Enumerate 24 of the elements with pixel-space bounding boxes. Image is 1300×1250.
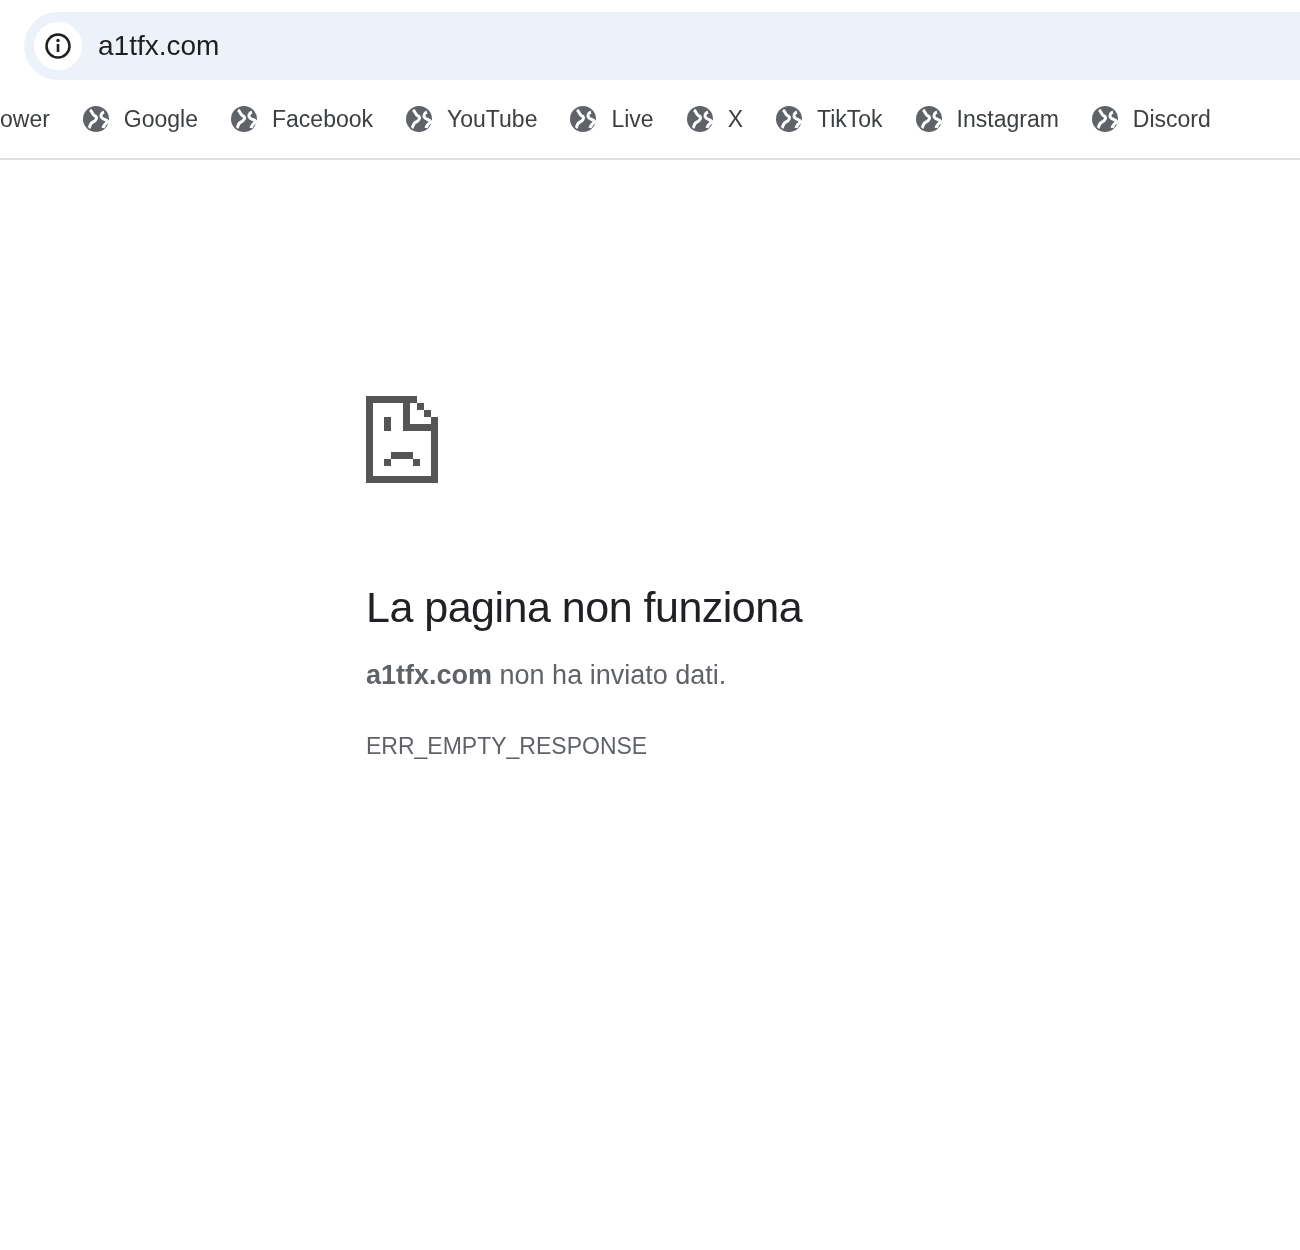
globe-icon	[569, 105, 598, 133]
globe-icon	[81, 105, 110, 133]
bookmark-link[interactable]: ower	[0, 105, 66, 133]
bookmark-link[interactable]: Facebook	[214, 105, 390, 133]
error-title: La pagina non funziona	[366, 583, 804, 632]
globe-icon	[405, 105, 434, 133]
error-message: a1tfx.com non ha inviato dati.	[366, 660, 728, 691]
sad-page-icon	[366, 396, 438, 483]
bookmark-link[interactable]: TikTok	[759, 105, 899, 133]
bookmark-link[interactable]: Google	[65, 105, 215, 133]
globe-icon	[775, 105, 803, 133]
url-text: a1tfx.com	[98, 30, 220, 62]
bookmark-link[interactable]: YouTube	[389, 105, 554, 133]
info-icon[interactable]	[34, 22, 82, 70]
globe-icon	[685, 105, 714, 133]
bookmark-link[interactable]: X	[669, 105, 759, 133]
globe-icon	[230, 105, 259, 133]
bookmark-link[interactable]: Live	[553, 105, 670, 133]
error-code: ERR_EMPTY_RESPONSE	[366, 733, 649, 760]
globe-icon	[1090, 105, 1119, 133]
globe-icon	[914, 105, 943, 133]
bookmark-link[interactable]: Discord	[1074, 105, 1227, 133]
bookmark-link[interactable]: Instagram	[898, 105, 1075, 133]
address-bar[interactable]: a1tfx.com	[24, 12, 1300, 80]
